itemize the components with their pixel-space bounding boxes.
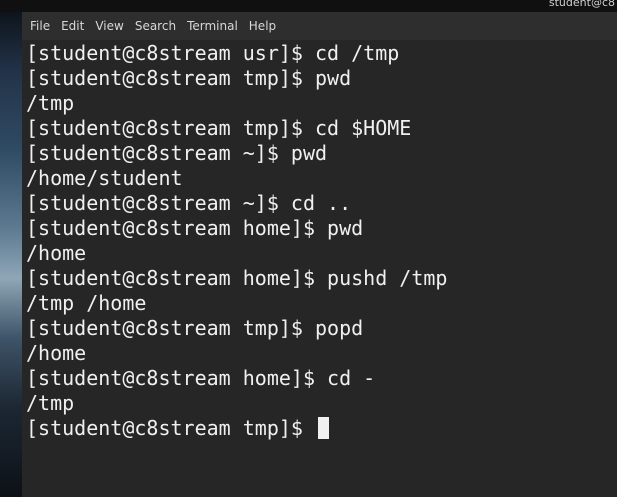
terminal-line: [student@c8stream tmp]$ cd $HOME (26, 116, 412, 140)
terminal-window: File Edit View Search Terminal Help [stu… (22, 12, 617, 497)
menu-search[interactable]: Search (135, 19, 176, 33)
terminal-line: [student@c8stream home]$ pwd (26, 216, 364, 240)
menu-view[interactable]: View (95, 19, 123, 33)
terminal-line: /tmp (26, 91, 75, 115)
terminal-line: [student@c8stream ~]$ pwd (26, 141, 328, 165)
menu-file[interactable]: File (30, 19, 50, 33)
menu-terminal[interactable]: Terminal (187, 19, 238, 33)
terminal-menubar: File Edit View Search Terminal Help (22, 12, 617, 40)
terminal-output[interactable]: [student@c8stream usr]$ cd /tmp [student… (26, 40, 617, 497)
terminal-line: /tmp /home (26, 291, 147, 315)
terminal-line: [student@c8stream tmp]$ pwd (26, 66, 352, 90)
terminal-line: [student@c8stream ~]$ cd .. (26, 191, 352, 215)
top-panel: student@c8 (0, 0, 617, 12)
terminal-line: /home/student (26, 166, 183, 190)
current-prompt: [student@c8stream tmp]$ (26, 416, 315, 440)
terminal-line: /tmp (26, 391, 75, 415)
terminal-line: [student@c8stream home]$ cd - (26, 366, 376, 390)
menu-edit[interactable]: Edit (61, 19, 84, 33)
terminal-line: [student@c8stream home]$ pushd /tmp (26, 266, 448, 290)
terminal-cursor (317, 417, 329, 439)
user-menu-label[interactable]: student@c8 (549, 0, 615, 9)
menu-help[interactable]: Help (249, 19, 276, 33)
terminal-line: /home (26, 241, 87, 265)
terminal-line: /home (26, 341, 87, 365)
screen: student@c8 File Edit View Search Termina… (0, 0, 617, 497)
terminal-prompt-line[interactable]: [student@c8stream tmp]$ (26, 416, 617, 441)
terminal-line: [student@c8stream tmp]$ popd (26, 316, 364, 340)
terminal-line: [student@c8stream usr]$ cd /tmp (26, 41, 400, 65)
